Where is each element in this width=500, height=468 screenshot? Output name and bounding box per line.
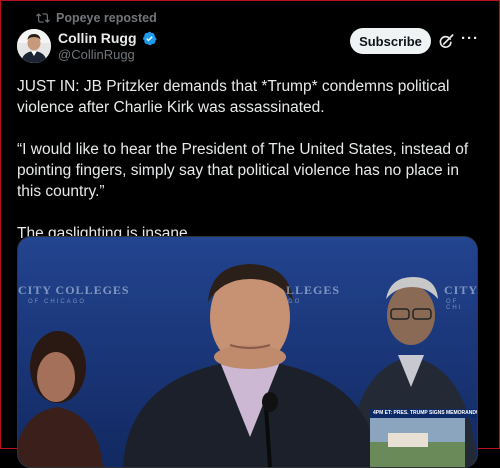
backdrop-subtext: GO: [288, 299, 302, 305]
backdrop-text: CITY COLLEGES: [18, 283, 130, 297]
author-handle[interactable]: @CollinRugg: [58, 47, 135, 62]
subscribe-button[interactable]: Subscribe: [350, 28, 431, 54]
media-video-thumbnail[interactable]: CITY COLLEGES OF CHICAGO LLEGES GO CITY …: [17, 236, 478, 468]
repost-label: Popeye reposted: [56, 11, 157, 25]
grok-icon[interactable]: [437, 32, 455, 50]
repost-indicator[interactable]: Popeye reposted: [36, 10, 157, 26]
author-name[interactable]: Collin Rugg: [58, 30, 137, 46]
more-icon[interactable]: ···: [461, 31, 479, 50]
verified-badge-icon[interactable]: [142, 31, 157, 46]
backdrop-text: CITY: [444, 283, 478, 297]
repost-icon: [36, 13, 50, 23]
avatar[interactable]: [17, 29, 51, 63]
news-ticker: 4PM ET: PRES. TRUMP SIGNS MEMORANDUM: [370, 409, 477, 418]
tweet-paragraph: “I would like to hear the President of T…: [17, 141, 469, 200]
backdrop-subtext: OF CHICAGO: [28, 299, 87, 305]
author-name-row[interactable]: Collin Rugg: [58, 30, 157, 46]
backdrop-text: LLEGES: [286, 283, 341, 297]
tweet-paragraph: JUST IN: JB Pritzker demands that *Trump…: [17, 78, 450, 116]
backdrop-subtext: OF CHI: [446, 299, 463, 311]
